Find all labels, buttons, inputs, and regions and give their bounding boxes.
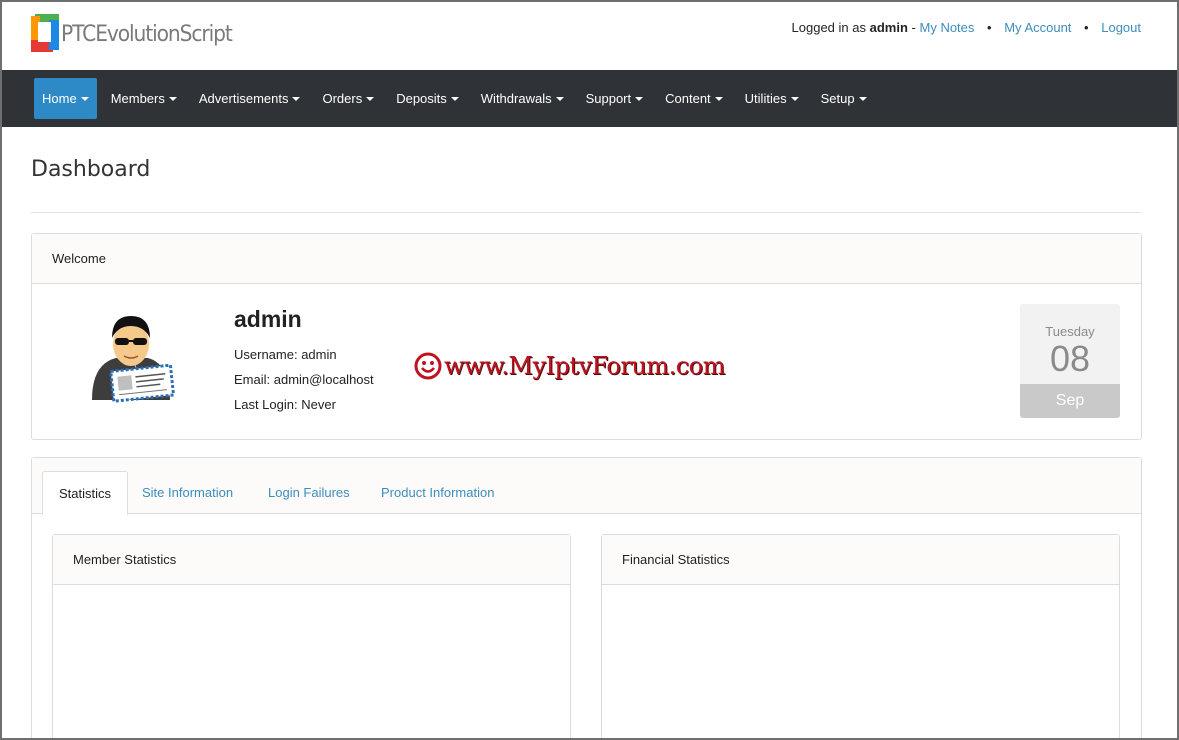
nav-label: Setup bbox=[820, 91, 855, 106]
logout-link[interactable]: Logout bbox=[1101, 20, 1141, 35]
top-header: PTCEvolutionScript Logged in as admin - … bbox=[2, 2, 1177, 70]
nav-deposits[interactable]: Deposits bbox=[388, 78, 467, 119]
tab-login-failures[interactable]: Login Failures bbox=[252, 471, 366, 514]
caret-down-icon bbox=[80, 96, 89, 101]
caret-down-icon bbox=[555, 96, 564, 101]
nav-label: Content bbox=[665, 91, 711, 106]
nav-menu: Home Members Advertisements Orders Depos… bbox=[34, 78, 881, 119]
nav-content[interactable]: Content bbox=[657, 78, 731, 119]
nav-label: Deposits bbox=[396, 91, 447, 106]
nav-members[interactable]: Members bbox=[103, 78, 185, 119]
caret-down-icon bbox=[292, 96, 301, 101]
logo[interactable]: PTCEvolutionScript bbox=[31, 14, 247, 54]
welcome-card-header: Welcome bbox=[32, 234, 1141, 284]
tab-product-information[interactable]: Product Information bbox=[365, 471, 510, 514]
caret-down-icon bbox=[858, 96, 867, 101]
smiley-icon bbox=[414, 352, 442, 380]
watermark-text: www.MyIptvForum.com bbox=[444, 352, 725, 380]
member-statistics-header: Member Statistics bbox=[53, 535, 570, 585]
tab-bar: Statistics Site Information Login Failur… bbox=[32, 458, 1141, 515]
tab-statistics[interactable]: Statistics bbox=[42, 471, 129, 515]
nav-support[interactable]: Support bbox=[578, 78, 652, 119]
nav-label: Support bbox=[585, 91, 632, 106]
nav-label: Orders bbox=[322, 91, 363, 106]
admin-avatar-icon bbox=[92, 316, 176, 403]
caret-down-icon bbox=[790, 96, 799, 101]
financial-statistics-panel: Financial Statistics bbox=[601, 534, 1120, 738]
bullet-separator: • bbox=[1084, 20, 1089, 35]
main-navbar: Home Members Advertisements Orders Depos… bbox=[2, 70, 1177, 127]
profile-username: Username: admin bbox=[234, 347, 337, 362]
nav-advertisements[interactable]: Advertisements bbox=[191, 78, 309, 119]
tabs-card: Statistics Site Information Login Failur… bbox=[31, 457, 1142, 738]
logged-in-label: Logged in as bbox=[791, 20, 866, 35]
logo-mark-icon bbox=[31, 14, 59, 54]
nav-label: Advertisements bbox=[198, 91, 289, 106]
financial-statistics-header: Financial Statistics bbox=[602, 535, 1119, 585]
nav-utilities[interactable]: Utilities bbox=[737, 78, 807, 119]
nav-label: Utilities bbox=[744, 91, 787, 106]
welcome-card: Welcome admin Username: admin Email: adm… bbox=[31, 233, 1142, 440]
profile-email: Email: admin@localhost bbox=[234, 372, 374, 387]
user-separator: - bbox=[911, 20, 916, 35]
caret-down-icon bbox=[714, 96, 723, 101]
logo-text: PTCEvolutionScript bbox=[61, 21, 233, 47]
current-username: admin bbox=[869, 20, 908, 35]
app-window: PTCEvolutionScript Logged in as admin - … bbox=[0, 0, 1179, 740]
user-status: Logged in as admin - My Notes • My Accou… bbox=[792, 20, 1141, 35]
my-account-link[interactable]: My Account bbox=[1004, 20, 1071, 35]
page-title: Dashboard bbox=[31, 157, 151, 182]
member-statistics-panel: Member Statistics bbox=[52, 534, 571, 738]
date-day: 08 bbox=[1049, 338, 1091, 379]
nav-label: Members bbox=[110, 91, 165, 106]
date-weekday: Tuesday bbox=[1045, 324, 1095, 339]
nav-label: Withdrawals bbox=[480, 91, 552, 106]
caret-down-icon bbox=[366, 96, 375, 101]
my-notes-link[interactable]: My Notes bbox=[920, 20, 975, 35]
nav-orders[interactable]: Orders bbox=[314, 78, 382, 119]
profile-last-login: Last Login: Never bbox=[234, 397, 336, 412]
nav-withdrawals[interactable]: Withdrawals bbox=[473, 78, 572, 119]
nav-setup[interactable]: Setup bbox=[813, 78, 875, 119]
profile-name: admin bbox=[234, 306, 302, 332]
title-divider bbox=[31, 212, 1141, 213]
date-widget: Tuesday 08 Sep bbox=[1020, 304, 1120, 418]
nav-label: Home bbox=[42, 91, 77, 106]
caret-down-icon bbox=[450, 96, 459, 101]
tab-site-information[interactable]: Site Information bbox=[126, 471, 249, 514]
bullet-separator: • bbox=[987, 20, 992, 35]
date-month: Sep bbox=[1020, 384, 1120, 418]
nav-home[interactable]: Home bbox=[34, 78, 97, 119]
watermark: www.MyIptvForum.com bbox=[414, 352, 725, 380]
caret-down-icon bbox=[635, 96, 644, 101]
caret-down-icon bbox=[168, 96, 177, 101]
